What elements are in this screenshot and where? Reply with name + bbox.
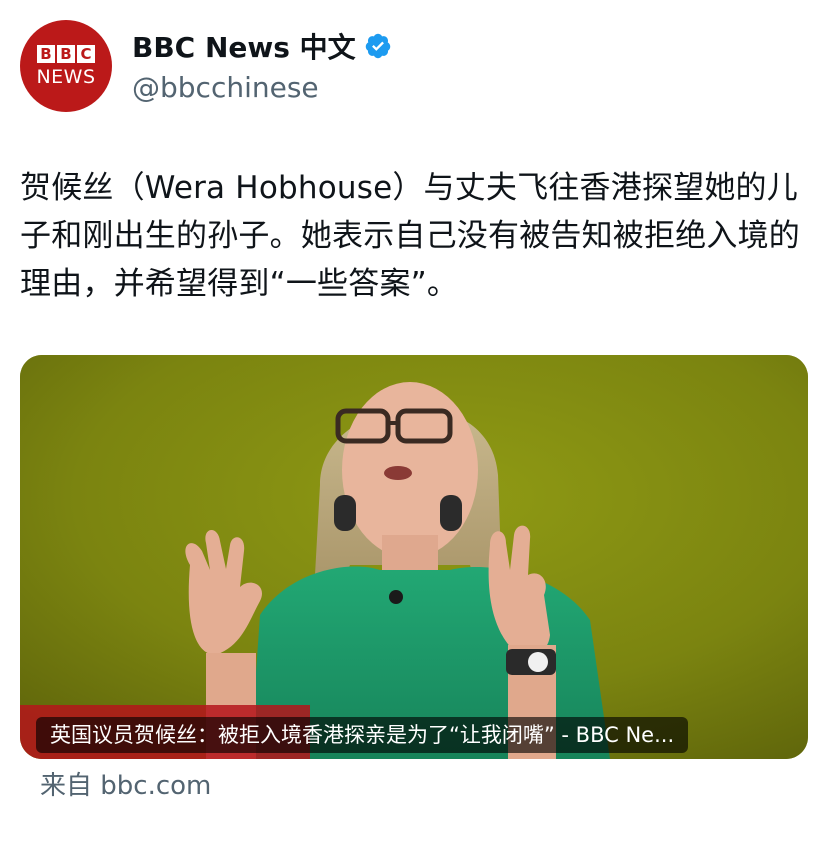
link-card[interactable]: 英国议员贺候丝：被拒入境香港探亲是为了“让我闭嘴” - BBC Ne...	[20, 355, 808, 759]
logo-block: C	[77, 45, 95, 63]
display-name[interactable]: BBC News 中文	[132, 26, 356, 66]
logo-block: B	[37, 45, 55, 63]
link-card-title[interactable]: 英国议员贺候丝：被拒入境香港探亲是为了“让我闭嘴” - BBC Ne...	[36, 717, 689, 753]
post-text: 贺候丝（Wera Hobhouse）与丈夫飞往香港探望她的儿子和刚出生的孙子。她…	[20, 170, 800, 302]
bbc-logo-blocks: B B C	[37, 45, 95, 63]
tweet-header: B B C NEWS BBC News 中文 @bbcchinese	[20, 20, 392, 112]
logo-block: B	[57, 45, 75, 63]
source-prefix: 来自	[40, 771, 93, 801]
account-handle[interactable]: @bbcchinese	[132, 68, 392, 108]
avatar[interactable]: B B C NEWS	[20, 20, 112, 112]
source-domain[interactable]: bbc.com	[100, 771, 211, 801]
article-photo	[20, 355, 808, 759]
link-source[interactable]: 来自 bbc.com	[40, 766, 211, 806]
name-row: BBC News 中文	[132, 24, 392, 68]
account-info: BBC News 中文 @bbcchinese	[132, 24, 392, 108]
logo-subtitle: NEWS	[36, 66, 96, 88]
verified-badge-icon	[365, 33, 390, 59]
